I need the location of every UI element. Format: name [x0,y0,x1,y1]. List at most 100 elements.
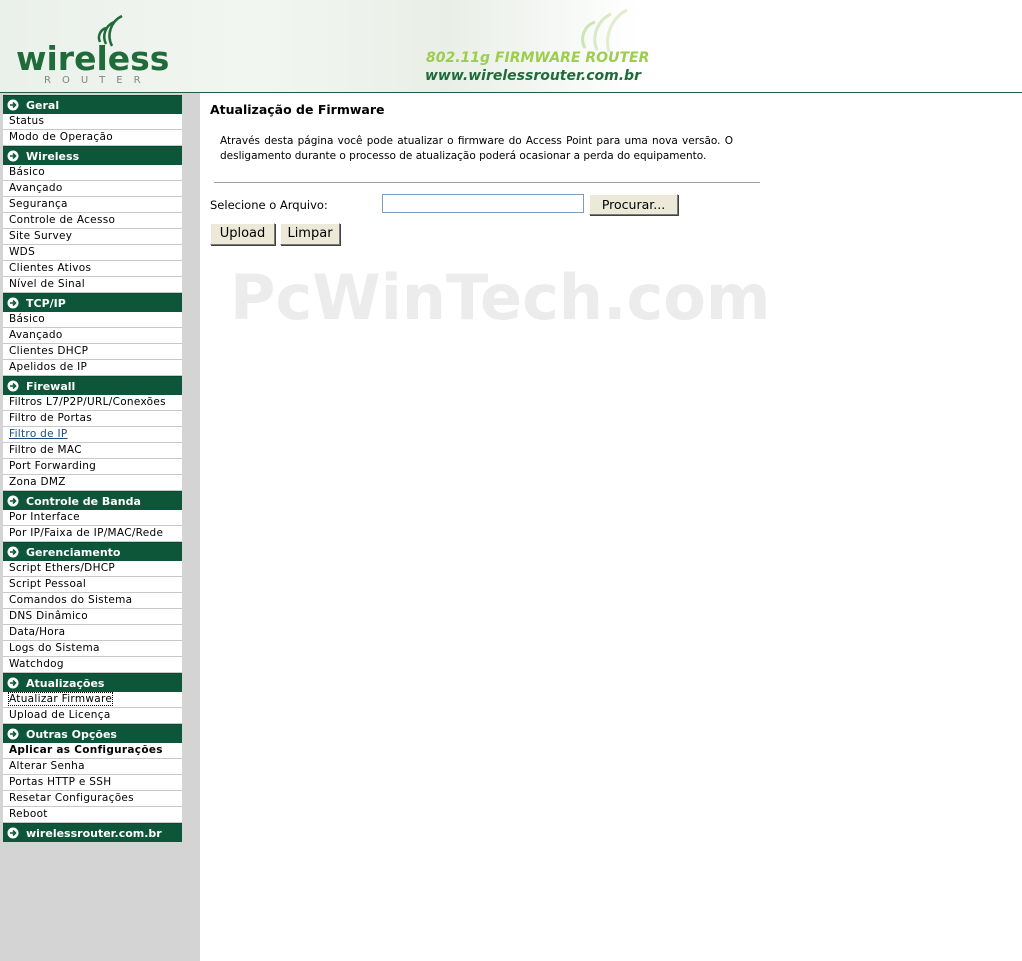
sidebar-menu: Geral Status Modo de Operação Wireless Básic… [3,95,182,842]
sidebar-item-label: Watchdog [9,658,64,670]
sidebar-item-label: Comandos do Sistema [9,594,133,606]
sidebar-item-wds[interactable]: WDS [3,245,182,261]
sidebar-item-script-pessoal[interactable]: Script Pessoal [3,577,182,593]
file-path-input[interactable] [382,194,584,213]
sidebar-item-label: Básico [9,166,46,178]
sidebar-item-label: Script Ethers/DHCP [9,562,116,574]
sidebar-item-label: Aplicar as Configurações [9,744,163,756]
sidebar-item-label: Script Pessoal [9,578,87,590]
sidebar-item-label: Portas HTTP e SSH [9,776,112,788]
sidebar-item-label: Clientes Ativos [9,262,92,274]
sidebar-item-label: Reboot [9,808,48,820]
sidebar-item-seguranca[interactable]: Segurança [3,197,182,213]
sidebar-item-avancado[interactable]: Avançado [3,181,182,197]
sidebar-item-label: Clientes DHCP [9,345,89,357]
sidebar-item-label: Modo de Operação [9,131,113,143]
sidebar-item-label: Por Interface [9,511,80,523]
sidebar-item-apelidos-de-ip[interactable]: Apelidos de IP [3,360,182,376]
sidebar-item-resetar-configuracoes[interactable]: Resetar Configurações [3,791,182,807]
sidebar-item-basico[interactable]: Básico [3,165,182,181]
sidebar-item-label: Logs do Sistema [9,642,100,654]
sidebar-item-reboot[interactable]: Reboot [3,807,182,823]
sidebar-item-watchdog[interactable]: Watchdog [3,657,182,673]
sidebar-item-logs-do-sistema[interactable]: Logs do Sistema [3,641,182,657]
section-header-atualizacoes[interactable]: Atualizações [3,673,182,692]
sidebar-item-atualizar-firmware[interactable]: Atualizar Firmware [3,692,182,708]
sidebar-item-controle-de-acesso[interactable]: Controle de Acesso [3,213,182,229]
sidebar-item-label: Data/Hora [9,626,66,638]
sidebar-item-upload-de-licenca[interactable]: Upload de Licença [3,708,182,724]
section-header-geral[interactable]: Geral [3,95,182,114]
sidebar-item-portas-http-e-ssh[interactable]: Portas HTTP e SSH [3,775,182,791]
sidebar-item-por-interface[interactable]: Por Interface [3,510,182,526]
header-banner: wireless ROUTER 802.11g FIRMWARE ROUTER … [0,0,1022,93]
sidebar-item-label: Filtro de IP [9,428,68,440]
sidebar-item-data-hora[interactable]: Data/Hora [3,625,182,641]
sidebar-item-basico[interactable]: Básico [3,312,182,328]
sidebar-item-label: Filtro de MAC [9,444,82,456]
sidebar-item-label: Segurança [9,198,68,210]
sidebar-item-clientes-dhcp[interactable]: Clientes DHCP [3,344,182,360]
sidebar-item-filtro-de-ip[interactable]: Filtro de IP [3,427,182,443]
sidebar-item-status[interactable]: Status [3,114,182,130]
sidebar-item-nivel-de-sinal[interactable]: Nível de Sinal [3,277,182,293]
sidebar-item-script-ethers-dhcp[interactable]: Script Ethers/DHCP [3,561,182,577]
file-label: Selecione o Arquivo: [210,198,328,212]
section-label: Controle de Banda [26,495,141,508]
sidebar-item-dns-dinamico[interactable]: DNS Dinâmico [3,609,182,625]
sidebar-item-label: Port Forwarding [9,460,97,472]
section-header-controle-de-banda[interactable]: Controle de Banda [3,491,182,510]
section-header-tcp-ip[interactable]: TCP/IP [3,293,182,312]
section-header-firewall[interactable]: Firewall [3,376,182,395]
sidebar-item-label: DNS Dinâmico [9,610,88,622]
section-header-wirelessrouter-com-br[interactable]: wirelessrouter.com.br [3,823,182,842]
browse-button[interactable]: Procurar... [589,194,678,215]
sidebar-item-modo-de-operacao[interactable]: Modo de Operação [3,130,182,146]
section-label: Outras Opções [26,728,117,741]
section-label: wirelessrouter.com.br [26,827,162,840]
sidebar-item-aplicar-as-configuracoes[interactable]: Aplicar as Configurações [3,743,182,759]
page-description: Através desta página você pode atualizar… [220,135,733,162]
signal-waves-graphic [581,8,628,52]
logo-subtitle: ROUTER [44,75,152,86]
sidebar-item-avancado[interactable]: Avançado [3,328,182,344]
sidebar-item-site-survey[interactable]: Site Survey [3,229,182,245]
section-label: Firewall [26,380,76,393]
sidebar-item-alterar-senha[interactable]: Alterar Senha [3,759,182,775]
sidebar-item-label: Avançado [9,182,63,194]
sidebar-item-label: Controle de Acesso [9,214,116,226]
sidebar-item-comandos-do-sistema[interactable]: Comandos do Sistema [3,593,182,609]
sidebar-item-label: Status [9,115,45,127]
sidebar-item-label: Resetar Configurações [9,792,134,804]
divider [214,182,760,183]
sidebar-item-label: Filtro de Portas [9,412,93,424]
sidebar-item-port-forwarding[interactable]: Port Forwarding [3,459,182,475]
sidebar-item-label: Por IP/Faixa de IP/MAC/Rede [9,527,164,539]
main-content: Atualização de Firmware Através desta pá… [200,93,1022,961]
sidebar-item-filtros-l7-p2p-url-conexoes[interactable]: Filtros L7/P2P/URL/Conexões [3,395,182,411]
page-title: Atualização de Firmware [210,102,385,117]
sidebar-item-filtro-de-portas[interactable]: Filtro de Portas [3,411,182,427]
section-label: Geral [26,99,60,112]
sidebar-item-clientes-ativos[interactable]: Clientes Ativos [3,261,182,277]
section-label: Gerenciamento [26,546,121,559]
site-url: www.wirelessrouter.com.br [425,68,641,84]
sidebar-item-label: Avançado [9,329,63,341]
sidebar-item-label: Filtros L7/P2P/URL/Conexões [9,396,166,408]
sidebar-item-zona-dmz[interactable]: Zona DMZ [3,475,182,491]
upload-button[interactable]: Upload [210,223,275,245]
section-header-gerenciamento[interactable]: Gerenciamento [3,542,182,561]
sidebar-item-label: Site Survey [9,230,73,242]
sidebar-item-label: Atualizar Firmware [7,692,114,706]
watermark: PcWinTech.com [230,261,771,334]
sidebar-item-label: Apelidos de IP [9,361,88,373]
sidebar-item-label: Básico [9,313,46,325]
sidebar-item-label: Alterar Senha [9,760,85,772]
sidebar-item-label: Upload de Licença [9,709,111,721]
sidebar-item-filtro-de-mac[interactable]: Filtro de MAC [3,443,182,459]
section-label: TCP/IP [26,297,66,310]
section-header-outras-opcoes[interactable]: Outras Opções [3,724,182,743]
section-header-wireless[interactable]: Wireless [3,146,182,165]
sidebar-item-por-ip-faixa-de-ip-mac-rede[interactable]: Por IP/Faixa de IP/MAC/Rede [3,526,182,542]
clear-button[interactable]: Limpar [280,223,340,245]
